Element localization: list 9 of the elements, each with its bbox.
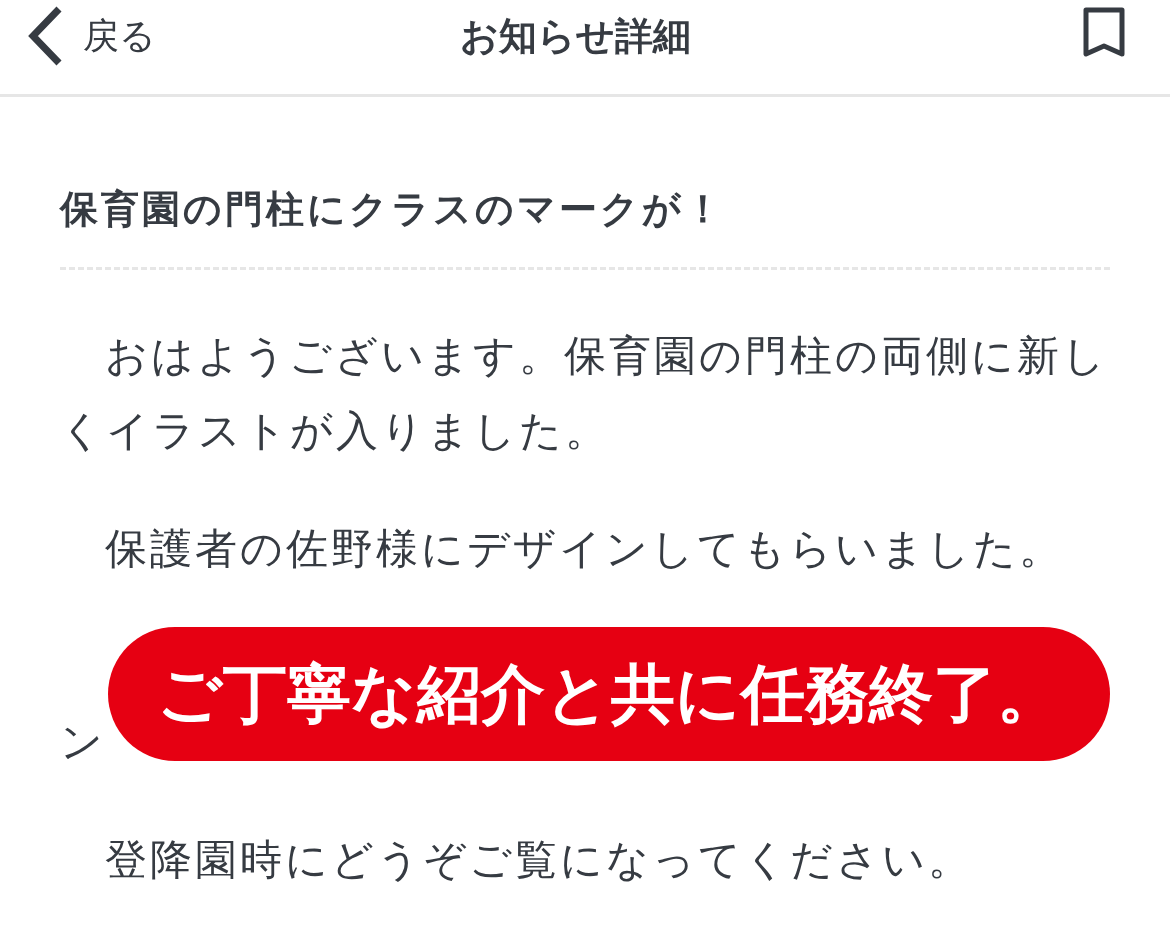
article-paragraph: 保護者の佐野様にデザインしてもらいました。 [104, 523, 1065, 575]
article-paragraph: ン [60, 717, 103, 766]
bookmark-icon[interactable] [1083, 7, 1125, 57]
back-button[interactable]: 戻る [25, 5, 156, 67]
caption-banner: ご丁寧な紹介と共に任務終了。 [108, 627, 1110, 761]
screen-title: お知らせ詳細 [459, 12, 691, 60]
article-title: 保育園の門柱にクラスのマークが！ [60, 186, 726, 233]
article-paragraph: おはようございます。保育園の門柱の両側に新しくイラストが入りました。 [60, 330, 1109, 457]
article-paragraph: 登降園時にどうぞご覧になってください。 [104, 834, 974, 886]
